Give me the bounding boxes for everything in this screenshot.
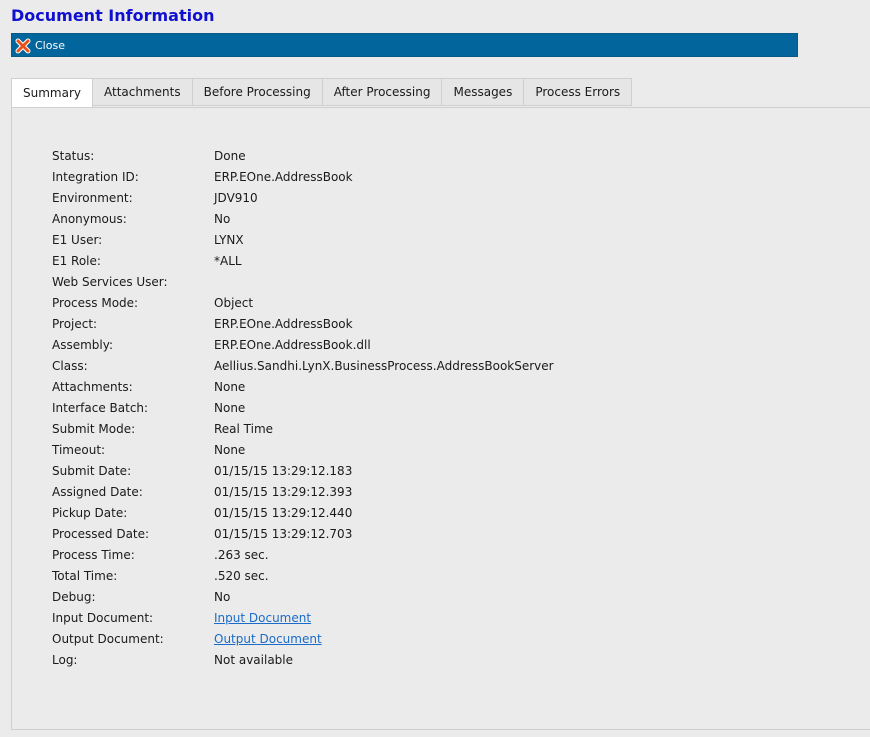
field-label: Log:	[52, 652, 78, 667]
summary-row: Class: Aellius.Sandhi.LynX.BusinessProces…	[52, 355, 554, 376]
summary-field-list: Status: Done Integration ID: ERP.EOne.Addre…	[52, 145, 554, 670]
summary-row: Total Time: .520 sec.	[52, 565, 554, 586]
field-value: None	[214, 442, 246, 457]
field-value: None	[214, 400, 246, 415]
field-value: 01/15/15 13:29:12.703	[214, 526, 353, 541]
summary-row: Timeout: None	[52, 439, 554, 460]
tab-process-errors[interactable]: Process Errors	[524, 78, 633, 106]
summary-row: Anonymous: No	[52, 208, 554, 229]
tab-before-processing[interactable]: Before Processing	[192, 78, 323, 106]
field-label: Assembly:	[52, 337, 114, 352]
field-label: Interface Batch:	[52, 400, 149, 415]
field-label: Class:	[52, 358, 88, 373]
field-value: Object	[214, 295, 254, 310]
field-value: Done	[214, 148, 246, 163]
summary-row: Output Document: Output Document	[52, 628, 554, 649]
summary-row: Integration ID: ERP.EOne.AddressBook	[52, 166, 554, 187]
summary-row: Interface Batch: None	[52, 397, 554, 418]
tab-attachments[interactable]: Attachments	[93, 78, 193, 106]
field-label: Processed Date:	[52, 526, 150, 541]
field-label: Status:	[52, 148, 95, 163]
summary-row: Environment: JDV910	[52, 187, 554, 208]
field-value: ERP.EOne.AddressBook.dll	[214, 337, 371, 352]
tab-summary[interactable]: Summary	[11, 78, 93, 108]
summary-row: Web Services User:	[52, 271, 554, 292]
field-label: Timeout:	[52, 442, 106, 457]
summary-panel: Status: Done Integration ID: ERP.EOne.Addre…	[11, 107, 870, 730]
tab-strip: Summary Attachments Before Processing Af…	[11, 78, 633, 108]
field-label: Web Services User:	[52, 274, 168, 289]
summary-row: Log: Not available	[52, 649, 554, 670]
field-value: Aellius.Sandhi.LynX.BusinessProcess.Addr…	[214, 358, 554, 373]
summary-row: Pickup Date: 01/15/15 13:29:12.440	[52, 502, 554, 523]
field-value: Real Time	[214, 421, 274, 436]
close-button[interactable]: Close	[15, 36, 65, 55]
field-label: Integration ID:	[52, 169, 139, 184]
field-label: Pickup Date:	[52, 505, 128, 520]
summary-row: Submit Date: 01/15/15 13:29:12.183	[52, 460, 554, 481]
summary-row: Status: Done	[52, 145, 554, 166]
field-value: LYNX	[214, 232, 244, 247]
field-value: .520 sec.	[214, 568, 269, 583]
field-label: Project:	[52, 316, 98, 331]
field-label: Total Time:	[52, 568, 118, 583]
summary-row: Assigned Date: 01/15/15 13:29:12.393	[52, 481, 554, 502]
summary-row: Project: ERP.EOne.AddressBook	[52, 313, 554, 334]
field-value: *ALL	[214, 253, 242, 268]
summary-row: Debug: No	[52, 586, 554, 607]
summary-row: Attachments: None	[52, 376, 554, 397]
close-button-label: Close	[35, 39, 65, 52]
field-label: E1 User:	[52, 232, 103, 247]
field-label: E1 Role:	[52, 253, 101, 268]
document-link[interactable]: Input Document	[214, 611, 311, 625]
field-label: Debug:	[52, 589, 96, 604]
document-link[interactable]: Output Document	[214, 632, 322, 646]
tab-messages[interactable]: Messages	[442, 78, 525, 106]
summary-row: Process Mode: Object	[52, 292, 554, 313]
field-value: 01/15/15 13:29:12.183	[214, 463, 353, 478]
field-label: Input Document:	[52, 610, 154, 625]
summary-row: E1 Role: *ALL	[52, 250, 554, 271]
field-value: ERP.EOne.AddressBook	[214, 316, 353, 331]
close-icon	[15, 38, 31, 54]
field-value: Not available	[214, 652, 294, 667]
field-label: Attachments:	[52, 379, 133, 394]
field-value: JDV910	[214, 190, 258, 205]
field-value: None	[214, 379, 246, 394]
summary-row: Assembly: ERP.EOne.AddressBook.dll	[52, 334, 554, 355]
field-label: Process Mode:	[52, 295, 139, 310]
summary-row: Processed Date: 01/15/15 13:29:12.703	[52, 523, 554, 544]
field-label: Submit Date:	[52, 463, 132, 478]
tab-after-processing[interactable]: After Processing	[322, 78, 443, 106]
field-value: 01/15/15 13:29:12.393	[214, 484, 353, 499]
field-label: Anonymous:	[52, 211, 127, 226]
field-label: Output Document:	[52, 631, 164, 646]
field-value: 01/15/15 13:29:12.440	[214, 505, 353, 520]
field-label: Process Time:	[52, 547, 135, 562]
field-value: .263 sec.	[214, 547, 269, 562]
field-value: No	[214, 211, 231, 226]
page-title: Document Information	[11, 6, 215, 25]
field-label: Assigned Date:	[52, 484, 143, 499]
summary-row: E1 User: LYNX	[52, 229, 554, 250]
field-label: Environment:	[52, 190, 133, 205]
field-value: No	[214, 589, 231, 604]
field-label: Submit Mode:	[52, 421, 136, 436]
summary-row: Submit Mode: Real Time	[52, 418, 554, 439]
toolbar: Close	[11, 33, 798, 57]
summary-row: Input Document: Input Document	[52, 607, 554, 628]
field-value: ERP.EOne.AddressBook	[214, 169, 353, 184]
summary-row: Process Time: .263 sec.	[52, 544, 554, 565]
